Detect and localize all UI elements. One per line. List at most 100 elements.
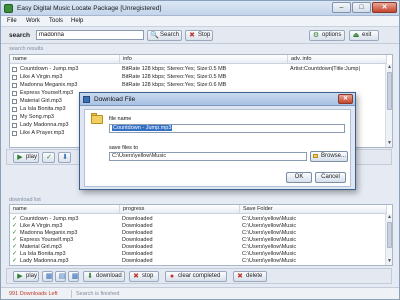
dialog-close-button[interactable]: ✕ [338, 94, 353, 104]
play-button-label: play [26, 154, 38, 160]
cancel-button[interactable]: Cancel [315, 172, 346, 183]
stop-icon: ✖ [133, 273, 139, 280]
play-icon: ▶ [17, 154, 23, 161]
dialog-title-bar[interactable]: Download File ✕ [80, 93, 355, 106]
row-checkbox[interactable] [12, 130, 17, 136]
row-checkbox[interactable] [12, 106, 17, 112]
title-bar[interactable]: Easy Digital Music Locate Package [Unreg… [1, 1, 399, 16]
download-row[interactable]: ✓ Lady Madonna.mp3 Downloaded C:\Users\y… [10, 257, 392, 265]
download-progress: Downloaded [122, 258, 153, 264]
save-to-label: save files to [109, 145, 139, 151]
menu-work[interactable]: Work [26, 18, 40, 24]
table-row[interactable]: Countdown - Jump.mp3 BitRate 128 kbps; S… [10, 65, 392, 73]
download-icon: ⬇ [62, 154, 68, 161]
scroll-down-icon[interactable]: ▼ [386, 140, 392, 147]
browse-button-label: Browse... [321, 153, 347, 159]
column-header-progress[interactable]: progress [120, 205, 240, 214]
search-icon: 🔍 [150, 32, 159, 39]
delete-button[interactable]: ✖ delete [233, 271, 267, 282]
search-input[interactable] [36, 30, 144, 40]
column-header-name[interactable]: name [10, 205, 120, 214]
download-action-bar: ▶ play ▦ ▤ ▩ ⬇ download ✖ stop ● clear c… [6, 268, 392, 284]
view-button-2[interactable]: ▤ [55, 271, 66, 282]
app-icon [4, 4, 13, 13]
close-button[interactable]: ✕ [372, 2, 397, 13]
download-button[interactable]: ⬇ download [83, 271, 125, 282]
gear-icon: ⚙ [312, 32, 320, 39]
maximize-button[interactable]: □ [352, 2, 371, 13]
downloads-scrollbar[interactable]: ▲ ▼ [385, 214, 392, 265]
app-window: Easy Digital Music Locate Package [Unreg… [0, 0, 400, 300]
save-path-field[interactable]: C:\Users\yellow\Music [109, 152, 307, 161]
options-button-label: options [322, 32, 342, 38]
column-header-info[interactable]: info [120, 55, 288, 64]
column-header-save-folder[interactable]: Save Folder [240, 205, 387, 214]
search-button[interactable]: 🔍 Search [147, 30, 182, 41]
view-button-3[interactable]: ▩ [68, 271, 79, 282]
scroll-up-icon[interactable]: ▲ [386, 64, 392, 71]
row-checkbox[interactable] [12, 74, 17, 80]
delete-button-label: delete [246, 273, 263, 279]
row-checkbox[interactable] [12, 82, 17, 88]
stop-button-label: Stop [198, 32, 211, 38]
exit-button-label: exit [362, 32, 372, 38]
dialog-title: Download File [94, 96, 136, 103]
clear-completed-button[interactable]: ● clear completed [165, 271, 227, 282]
search-label: search [9, 32, 30, 39]
check-icon: ✓ [46, 154, 52, 161]
scrollbar-thumb[interactable] [387, 72, 392, 110]
ok-button[interactable]: OK [286, 172, 312, 183]
play-button-label: play [26, 273, 38, 279]
view-button-1[interactable]: ▦ [42, 271, 53, 282]
minimize-button[interactable]: – [332, 2, 351, 13]
scroll-up-icon[interactable]: ▲ [386, 214, 392, 221]
exit-button[interactable]: ⏏ exit [349, 30, 379, 41]
download-folder: C:\Users\yellow\Music [242, 258, 297, 264]
menu-help[interactable]: Help [71, 18, 83, 24]
downloads-stop-button[interactable]: ✖ stop [129, 271, 159, 282]
browse-button[interactable]: Browse... [310, 151, 348, 162]
row-checkbox[interactable] [12, 66, 17, 72]
search-button-label: Search [160, 32, 180, 38]
download-selected-button[interactable]: ⬇ [58, 152, 71, 163]
check-all-button[interactable]: ✓ [42, 152, 55, 163]
dialog-icon [83, 96, 90, 103]
row-checkbox[interactable] [12, 98, 17, 104]
scrollbar-thumb[interactable] [387, 222, 392, 248]
clear-completed-label: clear completed [178, 273, 221, 279]
download-icon: ⬇ [87, 273, 93, 280]
table-row[interactable]: Like A Virgin.mp3 BitRate 128 kbps; Ster… [10, 73, 392, 81]
download-button-label: download [96, 273, 122, 279]
menu-bar: File Work Tools Help [1, 16, 399, 27]
window-title: Easy Digital Music Locate Package [Unreg… [17, 5, 162, 12]
scroll-down-icon[interactable]: ▼ [386, 258, 392, 265]
table-row[interactable]: Madonna Meganix.mp3 BitRate 128 kbps; St… [10, 81, 392, 89]
results-scrollbar[interactable]: ▲ ▼ [385, 64, 392, 147]
folder-icon [313, 154, 318, 158]
folder-icon [91, 115, 103, 124]
play-icon: ▶ [17, 273, 23, 280]
delete-icon: ✖ [237, 273, 243, 280]
options-button[interactable]: ⚙ options [309, 30, 345, 41]
column-header-adv-info[interactable]: adv. info [288, 55, 387, 64]
menu-file[interactable]: File [7, 18, 17, 24]
stop-icon: ✖ [189, 32, 195, 39]
downloads-play-button[interactable]: ▶ play [13, 271, 39, 282]
download-list-label: download list [9, 197, 41, 203]
dialog-body: file name Countdown - Jump.mp3 save file… [84, 109, 351, 187]
row-info: BitRate 128 kbps; Stereo:Yes; Size:0.5 M… [122, 74, 227, 80]
file-name-field[interactable]: Countdown - Jump.mp3 [109, 124, 345, 133]
row-name: Like A Virgin.mp3 [20, 74, 63, 80]
exit-icon: ⏏ [352, 32, 360, 39]
results-play-button[interactable]: ▶ play [13, 152, 39, 163]
tiles-view-icon: ▩ [71, 273, 79, 280]
downloads-left-status: 991 Downloads Left [9, 291, 58, 297]
row-checkbox[interactable] [12, 122, 17, 128]
column-header-name[interactable]: name [10, 55, 120, 64]
stop-button[interactable]: ✖ Stop [185, 30, 213, 41]
row-checkbox[interactable] [12, 90, 17, 96]
search-status: Search is finished [76, 291, 120, 297]
row-checkbox[interactable] [12, 114, 17, 120]
row-name: Madonna Meganix.mp3 [20, 82, 78, 88]
menu-tools[interactable]: Tools [49, 18, 63, 24]
